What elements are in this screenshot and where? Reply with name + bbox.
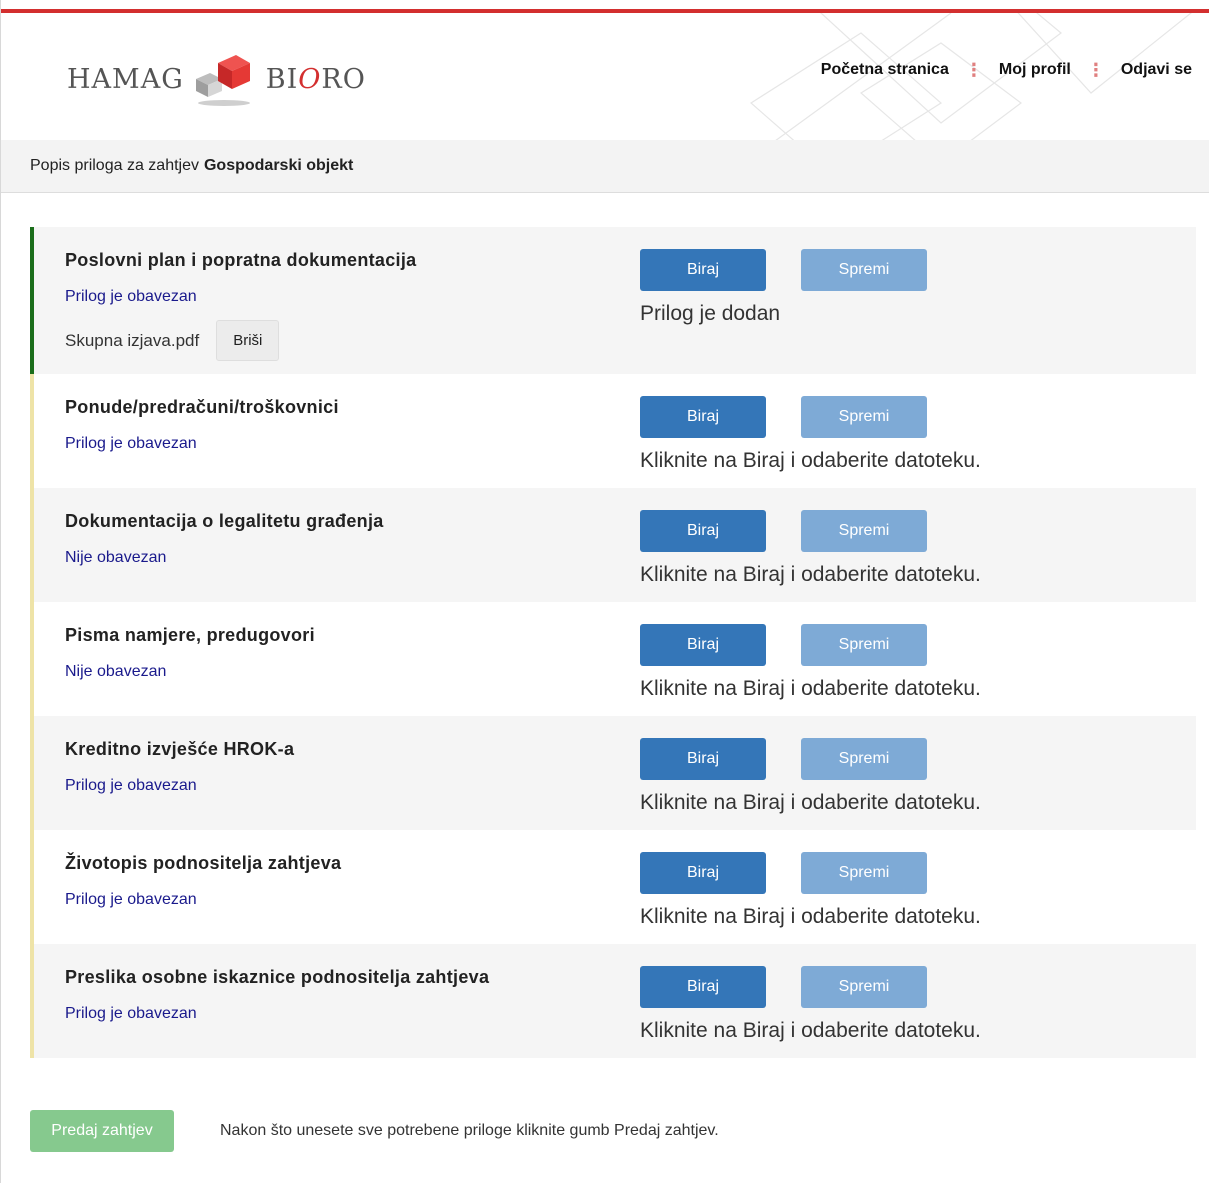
choose-file-button[interactable]: Biraj xyxy=(640,738,766,780)
attachment-row: Poslovni plan i popratna dokumentacija P… xyxy=(30,227,1196,374)
attachment-message: Kliknite na Biraj i odaberite datoteku. xyxy=(640,677,981,700)
attachment-row: Životopis podnositelja zahtjeva Prilog j… xyxy=(30,830,1196,944)
nav-logout-link[interactable]: Odjavi se xyxy=(1121,61,1192,79)
uploaded-file: Skupna izjava.pdf Briši xyxy=(65,320,280,361)
attachment-row: Dokumentacija o legalitetu građenja Nije… xyxy=(30,488,1196,602)
attachment-status: Prilog je obavezan xyxy=(65,777,197,794)
attachment-status: Prilog je obavezan xyxy=(65,891,197,908)
attachment-row: Pisma namjere, predugovori Nije obavezan… xyxy=(30,602,1196,716)
delete-file-button[interactable]: Briši xyxy=(216,320,280,361)
choose-file-button[interactable]: Biraj xyxy=(640,396,766,438)
save-file-button[interactable]: Spremi xyxy=(801,852,927,894)
save-file-button[interactable]: Spremi xyxy=(801,738,927,780)
logo-cubes-icon xyxy=(195,55,250,106)
hamag-bicro-logo[interactable]: HAMAG BIORO xyxy=(67,49,366,109)
attachment-list: Poslovni plan i popratna dokumentacija P… xyxy=(30,227,1196,1058)
attachment-status: Prilog je obavezan xyxy=(65,435,197,452)
attachment-message: Kliknite na Biraj i odaberite datoteku. xyxy=(640,449,981,472)
page-title-prefix: Popis priloga za zahtjev xyxy=(30,157,199,174)
nav-separator: ⋮ xyxy=(964,60,983,80)
attachment-title: Životopis podnositelja zahtjeva xyxy=(65,853,342,873)
logo-text-bi: BI xyxy=(265,63,299,95)
attachment-title: Kreditno izvješće HROK-a xyxy=(65,739,295,759)
choose-file-button[interactable]: Biraj xyxy=(640,966,766,1008)
logo-text-left: HAMAG xyxy=(67,63,184,95)
submit-instructions: Nakon što unesete sve potrebene priloge … xyxy=(220,1122,719,1139)
attachment-title: Pisma namjere, predugovori xyxy=(65,625,315,645)
attachment-status: Prilog je obavezan xyxy=(65,288,197,305)
attachment-title: Dokumentacija o legalitetu građenja xyxy=(65,511,384,531)
attachment-row: Preslika osobne iskaznice podnositelja z… xyxy=(30,944,1196,1058)
attachment-message: Kliknite na Biraj i odaberite datoteku. xyxy=(640,905,981,928)
attachment-row: Ponude/predračuni/troškovnici Prilog je … xyxy=(30,374,1196,488)
attachment-status: Nije obavezan xyxy=(65,663,167,680)
attachment-message: Kliknite na Biraj i odaberite datoteku. xyxy=(640,1019,981,1042)
request-name: Gospodarski objekt xyxy=(203,157,354,174)
header: HAMAG BIORO Početna stranica ⋮ Moj profi… xyxy=(1,13,1209,140)
logo-text-o: O xyxy=(298,63,322,95)
save-file-button[interactable]: Spremi xyxy=(801,966,927,1008)
attachment-message: Kliknite na Biraj i odaberite datoteku. xyxy=(640,563,981,586)
nav-home-link[interactable]: Početna stranica xyxy=(821,61,949,79)
choose-file-button[interactable]: Biraj xyxy=(640,249,766,291)
attachment-title: Ponude/predračuni/troškovnici xyxy=(65,397,339,417)
attachment-title: Preslika osobne iskaznice podnositelja z… xyxy=(65,967,490,987)
uploaded-file-name: Skupna izjava.pdf xyxy=(65,330,200,350)
submit-request-button[interactable]: Predaj zahtjev xyxy=(30,1110,174,1152)
attachment-row: Kreditno izvješće HROK-a Prilog je obave… xyxy=(30,716,1196,830)
footer: Predaj zahtjev Nakon što unesete sve pot… xyxy=(30,1110,719,1152)
save-file-button[interactable]: Spremi xyxy=(801,249,927,291)
page: HAMAG BIORO Početna stranica ⋮ Moj profi… xyxy=(0,0,1209,1183)
attachment-status: Prilog je obavezan xyxy=(65,1005,197,1022)
logo-text-ro: RO xyxy=(321,63,366,95)
attachment-status: Nije obavezan xyxy=(65,549,167,566)
save-file-button[interactable]: Spremi xyxy=(801,396,927,438)
choose-file-button[interactable]: Biraj xyxy=(640,510,766,552)
nav-profile-link[interactable]: Moj profil xyxy=(999,61,1071,79)
attachment-message: Kliknite na Biraj i odaberite datoteku. xyxy=(640,791,981,814)
save-file-button[interactable]: Spremi xyxy=(801,510,927,552)
attachment-message: Prilog je dodan xyxy=(640,302,781,325)
nav-separator: ⋮ xyxy=(1086,60,1105,80)
page-title-bar: Popis priloga za zahtjev Gospodarski obj… xyxy=(1,140,1209,193)
attachment-title: Poslovni plan i popratna dokumentacija xyxy=(65,250,417,270)
save-file-button[interactable]: Spremi xyxy=(801,624,927,666)
choose-file-button[interactable]: Biraj xyxy=(640,624,766,666)
logo-text-right: BIORO xyxy=(266,64,366,95)
choose-file-button[interactable]: Biraj xyxy=(640,852,766,894)
top-nav: Početna stranica ⋮ Moj profil ⋮ Odjavi s… xyxy=(821,61,1192,79)
